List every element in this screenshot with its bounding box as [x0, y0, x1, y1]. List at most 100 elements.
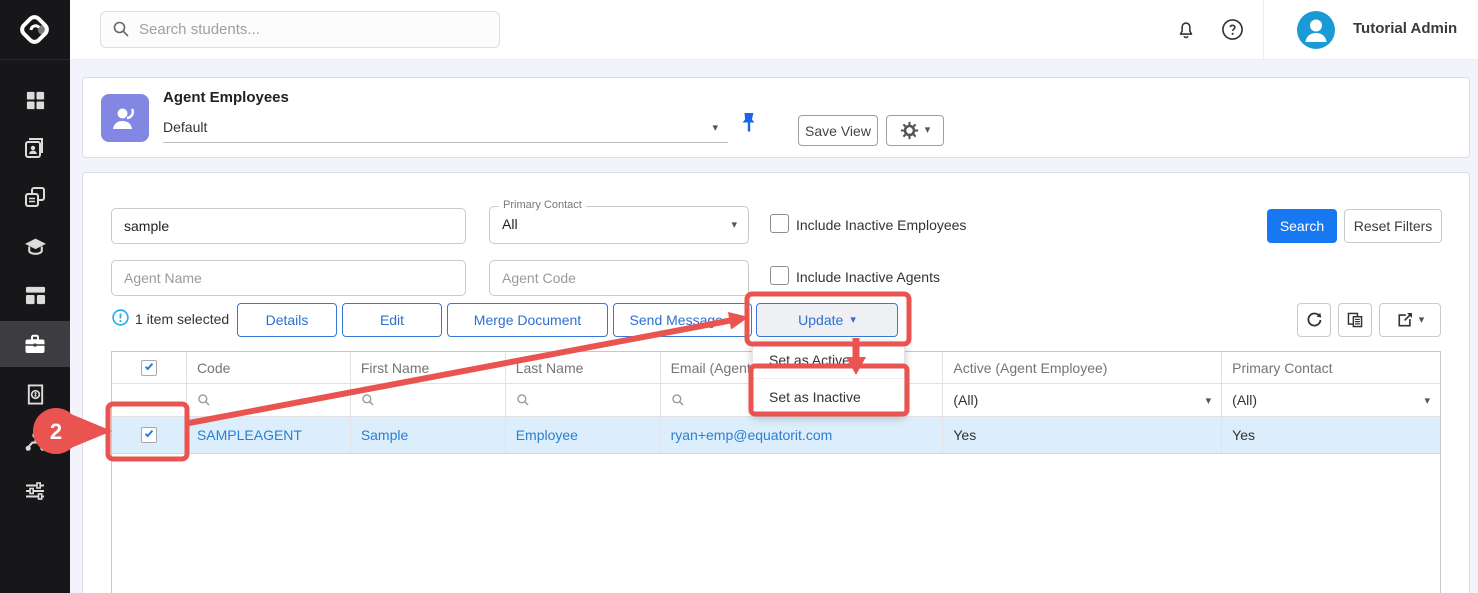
merge-document-label: Merge Document [474, 312, 581, 328]
include-inactive-agents-checkbox[interactable] [770, 266, 789, 285]
send-message-label: Send Message [630, 312, 723, 328]
export-button[interactable]: ▾ [1379, 303, 1441, 337]
agent-employees-icon [101, 94, 149, 142]
merge-document-button[interactable]: Merge Document [447, 303, 608, 337]
logo-icon [17, 12, 53, 48]
filter-cell-code[interactable] [187, 384, 351, 416]
column-header-last-name[interactable]: Last Name [506, 352, 661, 383]
filter-cell-last-name[interactable] [506, 384, 661, 416]
column-header-first-name[interactable]: First Name [351, 352, 506, 383]
filter-select-active[interactable]: (All) ▾ [943, 384, 1222, 416]
caret-down-icon: ▾ [1424, 396, 1430, 407]
caret-down-icon: ▾ [1206, 396, 1212, 407]
update-dropdown-menu: Set as Active Set as Inactive [752, 341, 905, 415]
sidebar-item-invoices[interactable] [0, 371, 70, 417]
include-inactive-employees-label: Include Inactive Employees [796, 217, 966, 233]
sidebar-item-education[interactable] [0, 223, 70, 269]
keyword-input[interactable] [111, 208, 466, 244]
include-inactive-employees-checkbox[interactable] [770, 214, 789, 233]
search-icon [671, 393, 685, 407]
reset-filters-button[interactable]: Reset Filters [1344, 209, 1442, 243]
refresh-button[interactable] [1297, 303, 1331, 337]
column-header-code[interactable]: Code [187, 352, 351, 383]
sidebar-item-contacts[interactable] [0, 125, 70, 171]
primary-contact-value: All [502, 216, 518, 232]
include-inactive-agents-label: Include Inactive Agents [796, 269, 940, 285]
user-avatar[interactable] [1297, 11, 1335, 49]
network-icon [24, 430, 47, 453]
sidebar [0, 0, 70, 593]
pin-view-button[interactable] [738, 111, 760, 138]
search-students-input[interactable] [100, 11, 500, 48]
details-button[interactable]: Details [237, 303, 337, 337]
contact-card-icon [24, 137, 46, 159]
search-icon [197, 393, 211, 407]
select-all-checkbox[interactable] [141, 360, 157, 376]
person-icon [1297, 11, 1335, 49]
table-row[interactable]: SAMPLEAGENT Sample Employee ryan+emp@equ… [112, 417, 1440, 454]
search-icon [112, 20, 130, 38]
caret-down-icon: ▾ [731, 220, 737, 231]
search-icon [516, 393, 530, 407]
caret-down-icon: ▾ [850, 315, 856, 326]
filter-active-value: (All) [953, 392, 978, 408]
menu-item-set-as-inactive[interactable]: Set as Inactive [753, 378, 904, 414]
table-empty-area [111, 453, 1441, 593]
help-button[interactable] [1221, 18, 1244, 44]
edit-button[interactable]: Edit [342, 303, 442, 337]
invoice-icon [25, 384, 46, 405]
save-view-button[interactable]: Save View [798, 115, 878, 146]
agent-name-input[interactable] [111, 260, 466, 296]
notifications-button[interactable] [1175, 18, 1197, 44]
filter-select-primary-contact[interactable]: (All) ▾ [1222, 384, 1440, 416]
view-header-card: Agent Employees Default ▾ Save View [82, 77, 1470, 158]
view-settings-button[interactable]: ▾ [886, 115, 944, 146]
search-icon [361, 393, 375, 407]
sidebar-item-agents[interactable] [0, 321, 70, 367]
user-name[interactable]: Tutorial Admin [1353, 20, 1457, 37]
row-checkbox[interactable] [141, 427, 157, 443]
filter-cell-first-name[interactable] [351, 384, 506, 416]
sidebar-item-layout[interactable] [0, 272, 70, 318]
copy-columns-icon [1346, 311, 1364, 329]
column-header-active[interactable]: Active (Agent Employee) [943, 352, 1222, 383]
update-button[interactable]: Update ▾ [756, 303, 898, 337]
cell-first-name: Sample [351, 417, 506, 453]
view-select[interactable]: Default ▾ [163, 113, 728, 143]
sidebar-item-dashboard[interactable] [0, 77, 70, 123]
agent-code-input[interactable] [489, 260, 749, 296]
sidebar-item-network[interactable] [0, 418, 70, 464]
topbar-divider [1263, 0, 1264, 60]
export-icon [1396, 311, 1414, 329]
info-icon [112, 309, 129, 326]
sidebar-item-documents[interactable] [0, 174, 70, 220]
primary-contact-label: Primary Contact [499, 199, 586, 211]
column-header-primary-contact[interactable]: Primary Contact [1222, 352, 1440, 383]
pushpin-icon [738, 111, 760, 135]
sliders-icon [24, 480, 46, 502]
menu-item-set-as-active[interactable]: Set as Active [753, 342, 904, 378]
cell-email: ryan+emp@equatorit.com [661, 417, 944, 453]
cell-last-name: Employee [506, 417, 661, 453]
documents-icon [24, 186, 46, 208]
search-button[interactable]: Search [1267, 209, 1337, 243]
app-logo[interactable] [0, 0, 70, 60]
refresh-icon [1305, 311, 1323, 329]
caret-down-icon: ▾ [1419, 315, 1425, 326]
cell-code: SAMPLEAGENT [187, 417, 351, 453]
send-message-button[interactable]: Send Message ▾ [613, 303, 752, 337]
gear-icon [900, 121, 919, 140]
dashboard-icon [25, 90, 46, 111]
primary-contact-select[interactable]: Primary Contact All ▾ [489, 206, 749, 244]
graduation-cap-icon [24, 235, 47, 258]
global-search [100, 11, 500, 48]
help-icon [1221, 18, 1244, 41]
sidebar-item-settings[interactable] [0, 468, 70, 514]
column-chooser-button[interactable] [1338, 303, 1372, 337]
filter-primary-contact-value: (All) [1232, 392, 1257, 408]
selection-count: 1 item selected [135, 311, 229, 327]
people-icon [108, 101, 142, 135]
caret-down-icon: ▾ [925, 125, 931, 136]
topbar: Tutorial Admin [70, 0, 1478, 60]
cell-primary-contact: Yes [1222, 417, 1440, 453]
